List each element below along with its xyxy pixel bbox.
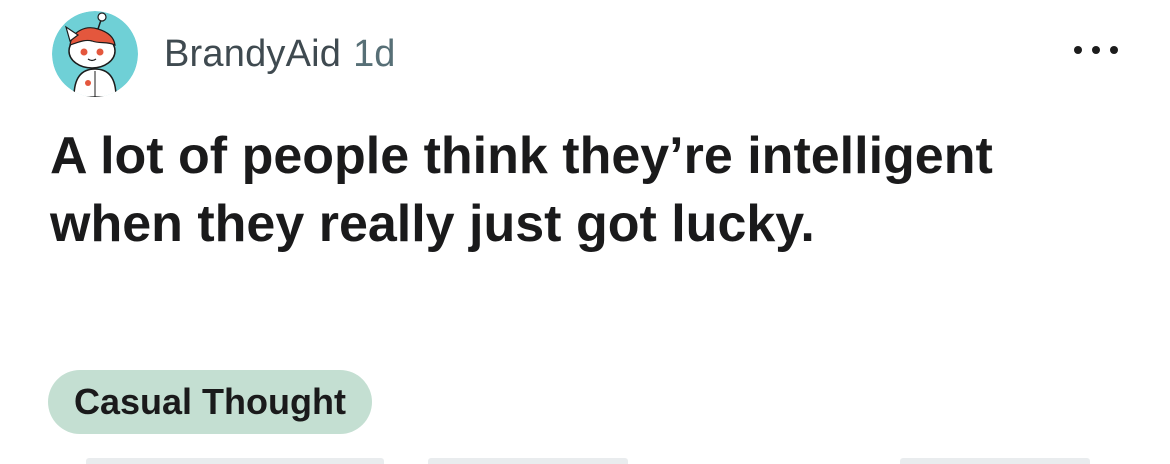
more-options-button[interactable]: [1074, 38, 1118, 62]
post-header: BrandyAid 1d: [52, 8, 395, 100]
action-pill-edge: [86, 458, 384, 464]
more-options-icon: [1092, 46, 1100, 54]
action-bar-edge: [0, 458, 1170, 464]
action-pill-edge: [428, 458, 628, 464]
post-card: BrandyAid 1d A lot of people think they’…: [0, 0, 1170, 464]
snoo-avatar-icon: [52, 11, 138, 97]
more-options-icon: [1110, 46, 1118, 54]
action-pill-edge: [900, 458, 1090, 464]
avatar[interactable]: [52, 11, 138, 97]
post-timestamp: 1d: [353, 32, 396, 75]
username-link[interactable]: BrandyAid: [164, 33, 341, 76]
more-options-icon: [1074, 46, 1082, 54]
post-flair[interactable]: Casual Thought: [48, 370, 372, 434]
post-title[interactable]: A lot of people think they’re intelligen…: [50, 122, 1130, 258]
